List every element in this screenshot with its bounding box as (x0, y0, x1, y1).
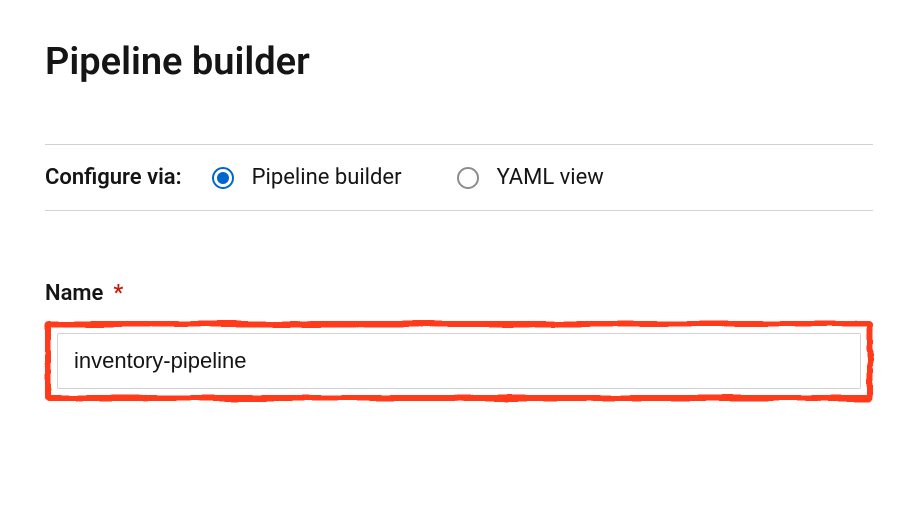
radio-label: Pipeline builder (252, 165, 402, 190)
form-section: Name * (45, 281, 873, 401)
radio-pipeline-builder[interactable]: Pipeline builder (212, 165, 402, 190)
radio-icon (212, 167, 234, 189)
configure-via-radio-group: Pipeline builder YAML view (212, 165, 604, 190)
page-title: Pipeline builder (45, 40, 873, 84)
name-input[interactable] (57, 333, 861, 389)
required-indicator: * (113, 281, 123, 306)
configure-via-label: Configure via: (45, 165, 182, 190)
name-field-label: Name (45, 281, 103, 306)
radio-label: YAML view (497, 165, 604, 190)
highlight-annotation (45, 321, 873, 401)
name-label-wrap: Name * (45, 281, 873, 306)
radio-icon (457, 167, 479, 189)
radio-yaml-view[interactable]: YAML view (457, 165, 604, 190)
configure-via-section: Configure via: Pipeline builder YAML vie… (45, 144, 873, 211)
